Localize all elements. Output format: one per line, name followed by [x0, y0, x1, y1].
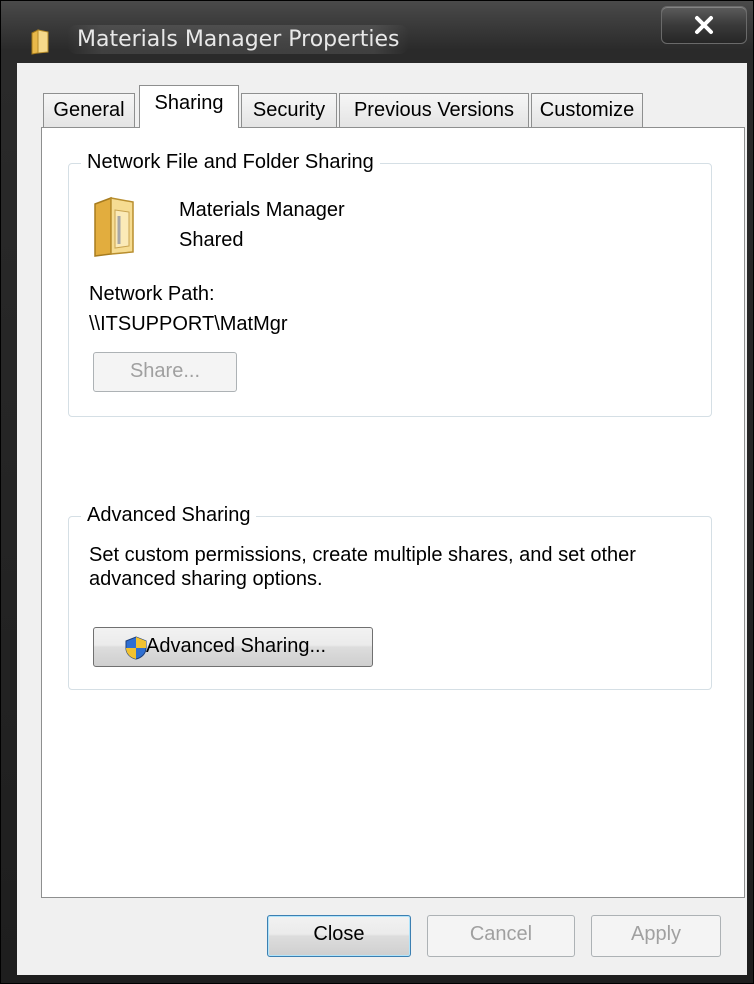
- folder-name: Materials Manager: [179, 199, 345, 221]
- close-button[interactable]: Close: [267, 915, 411, 957]
- tab-sharing[interactable]: Sharing: [139, 85, 239, 128]
- network-path-label: Network Path:: [89, 283, 215, 305]
- share-button[interactable]: Share...: [93, 352, 237, 392]
- sharing-tab-page: Network File and Folder Sharing Material…: [41, 127, 745, 898]
- cancel-button[interactable]: Cancel: [427, 915, 575, 957]
- dialog-client-area: General Sharing Security Previous Versio…: [17, 63, 747, 975]
- network-path-value: \\ITSUPPORT\MatMgr: [89, 313, 288, 335]
- tab-previous-versions[interactable]: Previous Versions: [339, 93, 529, 127]
- tab-security[interactable]: Security: [241, 93, 337, 127]
- window-close-button[interactable]: [661, 6, 747, 44]
- advanced-sharing-group-label: Advanced Sharing: [81, 503, 257, 527]
- network-sharing-group-label: Network File and Folder Sharing: [81, 150, 380, 174]
- network-sharing-group: Network File and Folder Sharing Material…: [68, 150, 712, 417]
- advanced-sharing-description-line1: Set custom permissions, create multiple …: [89, 544, 636, 566]
- folder-icon: [31, 29, 49, 55]
- uac-shield-icon: [125, 636, 147, 660]
- folder-share-status: Shared: [179, 229, 244, 251]
- advanced-sharing-button[interactable]: Advanced Sharing...: [93, 627, 373, 667]
- advanced-sharing-button-label: Advanced Sharing...: [146, 635, 327, 657]
- close-icon: [695, 16, 713, 34]
- tab-general[interactable]: General: [43, 93, 135, 127]
- advanced-sharing-description-line2: advanced sharing options.: [89, 568, 323, 590]
- window-title: Materials Manager Properties: [67, 25, 410, 54]
- properties-window: Materials Manager Properties General Sha…: [0, 0, 754, 984]
- apply-button[interactable]: Apply: [591, 915, 721, 957]
- advanced-sharing-group: Advanced Sharing Set custom permissions,…: [68, 503, 712, 690]
- tab-customize[interactable]: Customize: [531, 93, 643, 127]
- shared-folder-icon: [94, 196, 134, 257]
